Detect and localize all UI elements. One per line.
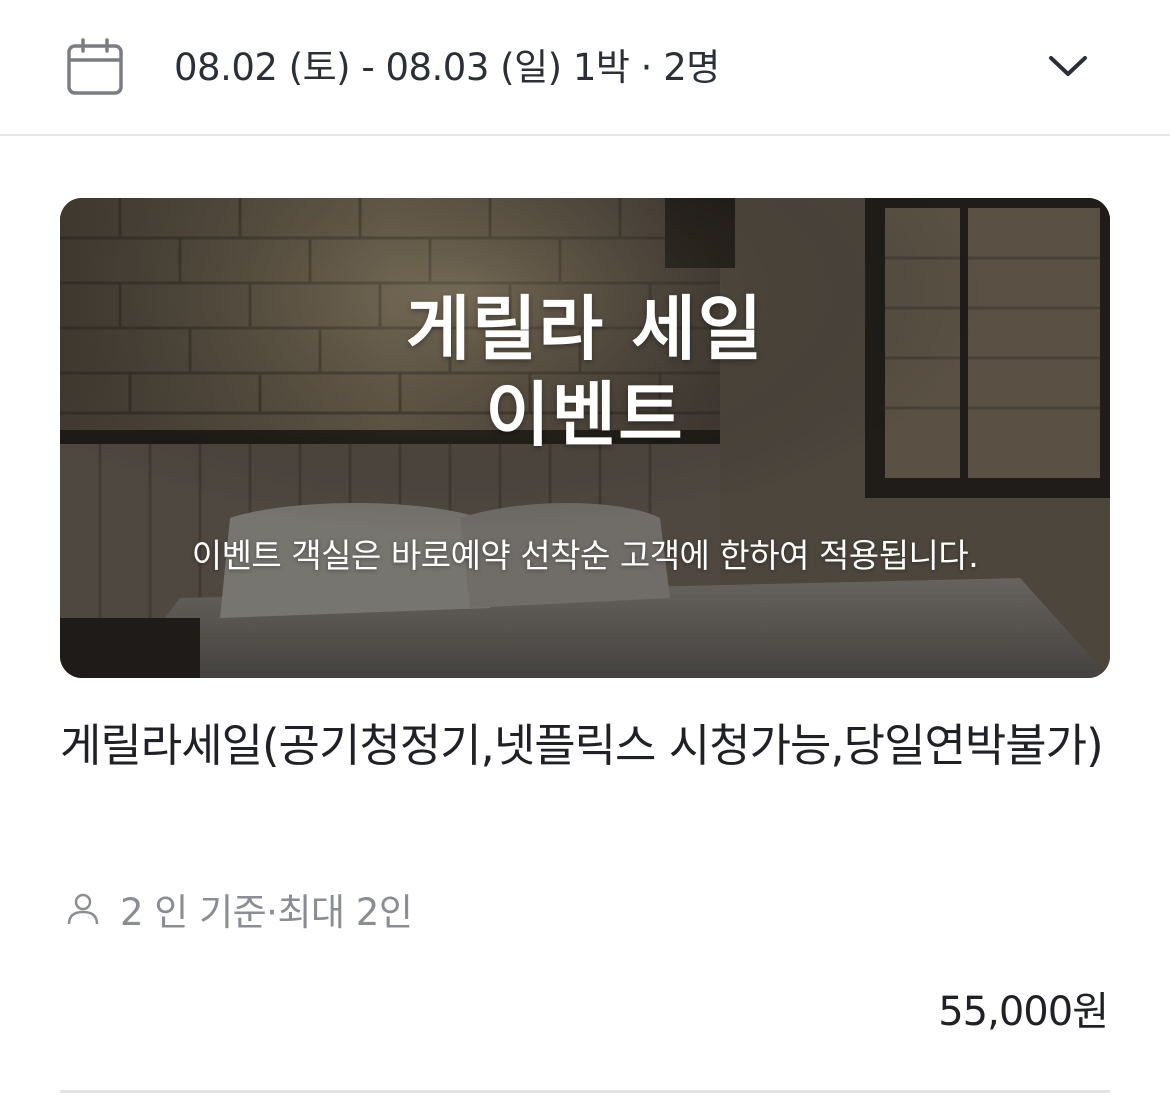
banner-subtitle: 이벤트 객실은 바로예약 선착순 고객에 한하여 적용됩니다. (191, 536, 979, 575)
chevron-down-icon[interactable] (1046, 50, 1090, 80)
banner-title: 게릴라 세일 이벤트 (60, 286, 1110, 458)
divider (60, 1090, 1110, 1093)
person-icon (67, 893, 99, 925)
room-capacity: 2 인 기준·최대 2인 (66, 884, 413, 934)
capacity-text: 2 인 기준·최대 2인 (120, 891, 413, 934)
banner-title-line2: 이벤트 (485, 374, 685, 456)
date-range-text: 08.02 (토) - 08.03 (일) 1박 · 2명 (174, 46, 720, 89)
calendar-icon (67, 38, 123, 95)
date-guest-selector[interactable]: 08.02 (토) - 08.03 (일) 1박 · 2명 (0, 0, 1170, 136)
room-price: 55,000원 (938, 989, 1109, 1035)
room-name[interactable]: 게릴라세일(공기청정기,넷플릭스 시청가능,당일연박불가) (60, 712, 1120, 780)
event-banner[interactable]: 게릴라 세일 이벤트 이벤트 객실은 바로예약 선착순 고객에 한하여 적용됩니… (60, 198, 1110, 678)
banner-title-line1: 게릴라 세일 (405, 288, 765, 370)
